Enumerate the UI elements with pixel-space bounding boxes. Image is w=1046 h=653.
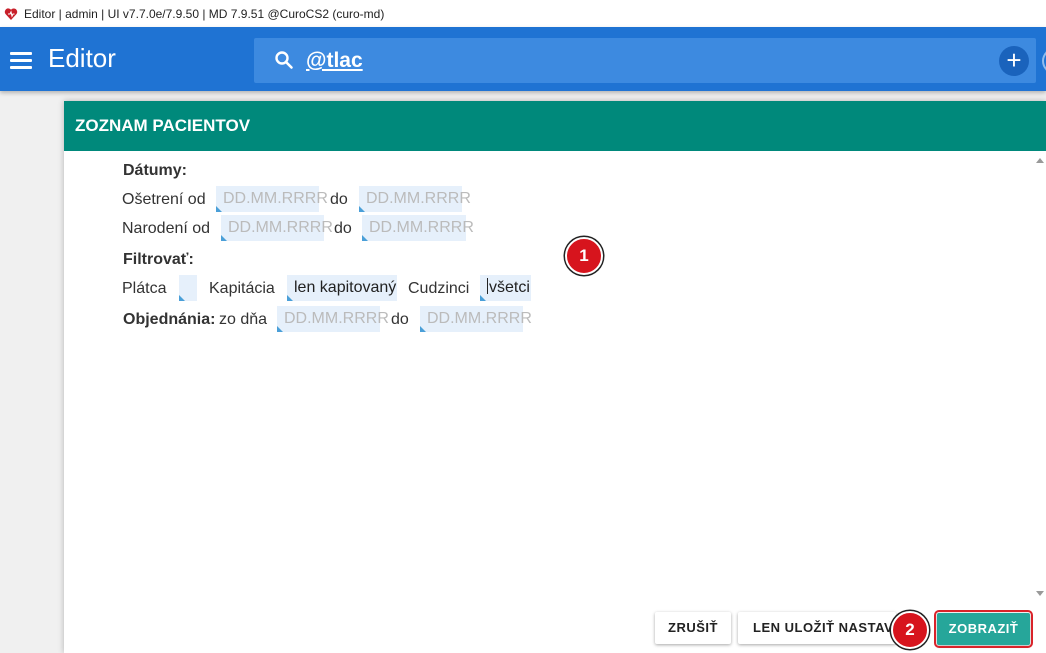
step-marker-2: 2 xyxy=(891,611,929,649)
treated-to-field[interactable]: DD.MM.RRRR xyxy=(359,186,471,212)
patient-list-dialog: ZOZNAM PACIENTOV Dátumy: Ošetrení od DD.… xyxy=(64,101,1046,653)
born-to-field[interactable]: DD.MM.RRRR xyxy=(362,215,474,241)
avatar-partial[interactable] xyxy=(1042,48,1046,74)
add-button[interactable]: + xyxy=(999,46,1029,76)
app-title: Editor xyxy=(48,43,116,73)
orders-to-label: do xyxy=(391,311,409,328)
treated-from-label: Ošetrení od xyxy=(122,191,206,208)
born-to-label: do xyxy=(334,220,352,237)
window-title: Editor | admin | UI v7.7.0e/7.9.50 | MD … xyxy=(24,6,385,21)
treated-from-field[interactable]: DD.MM.RRRR xyxy=(216,186,328,212)
heart-logo-icon xyxy=(4,7,18,20)
cancel-button[interactable]: ZRUŠIŤ xyxy=(655,612,731,644)
treated-to-label: do xyxy=(330,191,348,208)
orders-from-label: zo dňa xyxy=(219,311,268,328)
born-from-field[interactable]: DD.MM.RRRR xyxy=(221,215,333,241)
step-marker-1: 1 xyxy=(565,237,603,275)
search-icon xyxy=(275,51,293,69)
dialog-title: ZOZNAM PACIENTOV xyxy=(64,101,1046,151)
scroll-down-arrow-icon[interactable] xyxy=(1036,591,1044,596)
dialog-content: Dátumy: Ošetrení od DD.MM.RRRR do DD.MM.… xyxy=(64,151,1034,601)
window-titlebar: Editor | admin | UI v7.7.0e/7.9.50 | MD … xyxy=(0,0,1046,27)
hamburger-menu-icon[interactable] xyxy=(10,52,32,69)
payer-label: Plátca xyxy=(122,280,167,297)
foreigners-label: Cudzinci xyxy=(408,280,470,297)
orders-from-field[interactable]: DD.MM.RRRR xyxy=(277,306,389,332)
orders-heading: Objednánia: xyxy=(123,311,216,328)
show-button[interactable]: ZOBRAZIŤ xyxy=(934,610,1033,648)
app-bar: Editor + xyxy=(0,27,1046,91)
dates-heading: Dátumy: xyxy=(123,162,188,179)
foreigners-select[interactable]: všetci xyxy=(480,275,531,301)
search-box: + xyxy=(254,38,1046,83)
filter-heading: Filtrovať: xyxy=(123,251,194,268)
scroll-up-arrow-icon[interactable] xyxy=(1036,158,1044,163)
payer-field[interactable] xyxy=(179,275,197,301)
orders-to-field[interactable]: DD.MM.RRRR xyxy=(420,306,532,332)
search-input[interactable] xyxy=(306,47,906,75)
text-caret xyxy=(487,278,488,294)
capitation-select[interactable]: len kapitovaný xyxy=(287,275,397,301)
save-settings-button[interactable]: LEN ULOŽIŤ NASTAVENIE xyxy=(738,612,896,644)
capitation-label: Kapitácia xyxy=(209,280,275,297)
born-from-label: Narodení od xyxy=(122,220,211,237)
